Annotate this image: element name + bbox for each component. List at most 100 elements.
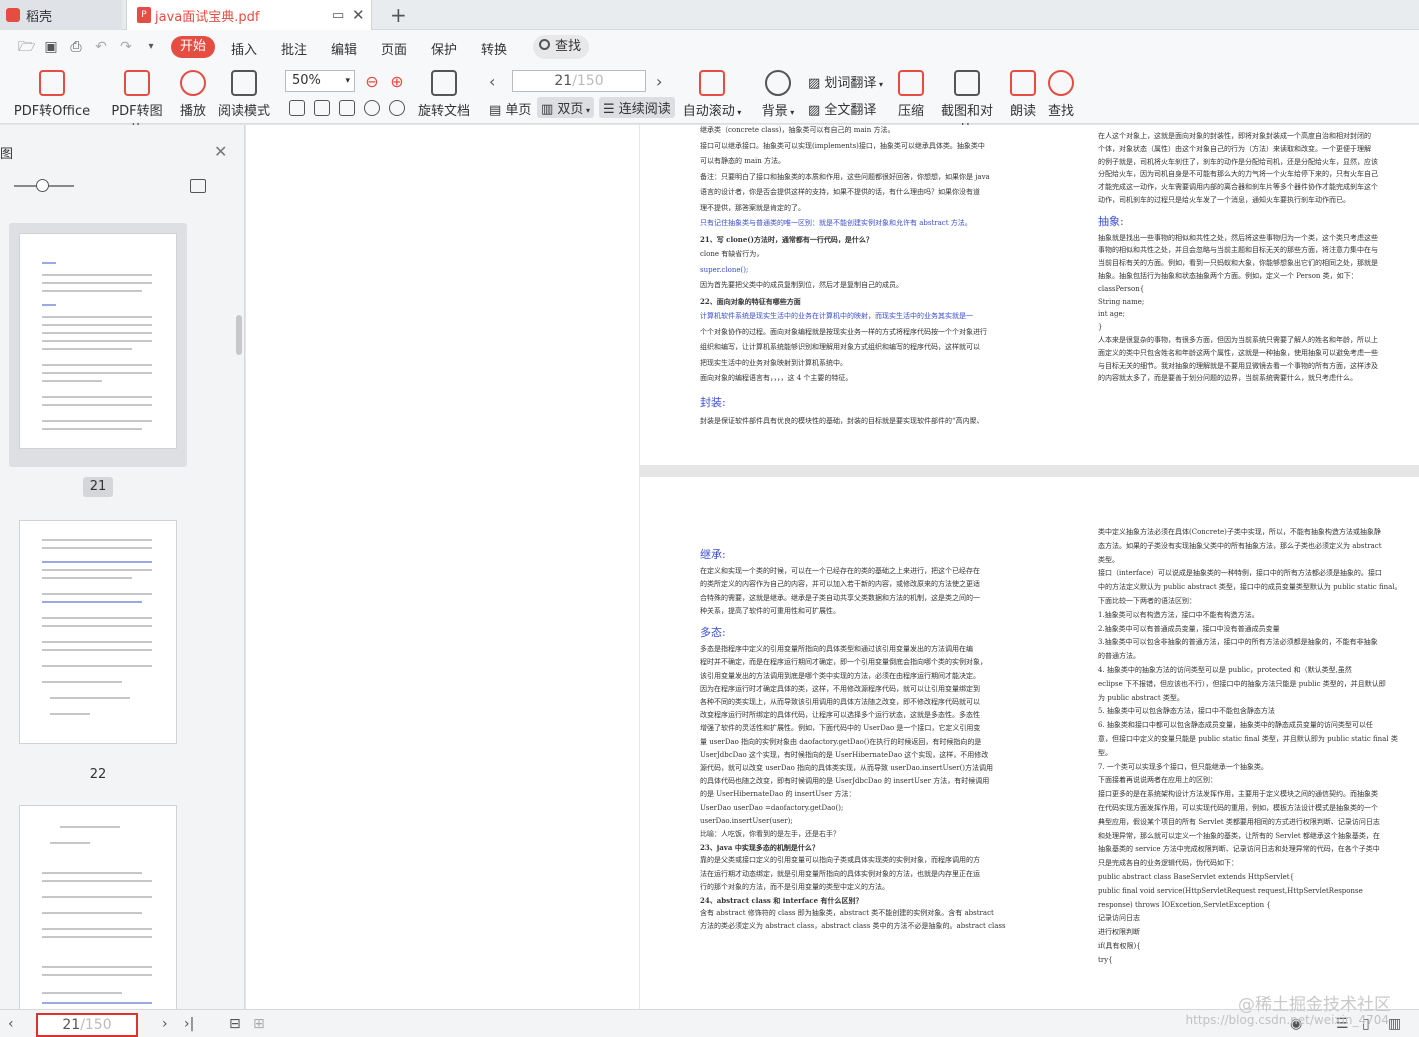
double-view-icon[interactable]: ▥ xyxy=(1388,1016,1401,1032)
double-page-button[interactable]: ▥ 双页 ▾ xyxy=(537,97,594,118)
menu-search[interactable]: 查找 xyxy=(533,35,589,59)
background-button[interactable]: 背景 ▾ xyxy=(760,70,796,119)
find-button[interactable]: 查找 xyxy=(1046,70,1076,119)
menu-start[interactable]: 开始 xyxy=(171,36,215,58)
open-folder-icon[interactable]: 🗁 xyxy=(18,39,35,55)
page-text-line: 进行权限判断 xyxy=(1098,928,1140,937)
page-text-line: 个个对象协作的过程。面向对象编程就是按现实业务一样的方式将程序代码按一个个对象进… xyxy=(700,327,987,336)
full-translate-button[interactable]: ▨ 全文翻译 xyxy=(808,99,876,118)
page-text-line: 的内容就太多了，而是要善于划分问题的边界，当前系统需要什么，就只考虑什么。 xyxy=(1098,374,1357,383)
pdf-page-21: 继承类（concrete class)，抽象类可以有自己的 main 方法。 接口… xyxy=(640,125,1419,465)
panel-scrollbar[interactable] xyxy=(236,315,242,355)
page-number-input[interactable]: 21/150 xyxy=(512,70,646,92)
document-view[interactable]: 继承类（concrete class)，抽象类可以有自己的 main 方法。 接口… xyxy=(246,125,1419,1009)
tab-home[interactable]: 稻壳 xyxy=(0,0,122,30)
page-text-line: 合特殊的需要，这就是继承。继承是子类自动共享父类数据和方法的机制，这是类之间的一 xyxy=(700,593,980,602)
thumbnail-size-slider-knob[interactable] xyxy=(36,179,49,192)
page-text-line: 分配给火车，因为司机自身是不可能有那么大的力气将一个火车给停下来的，只有火车自己 xyxy=(1098,170,1378,179)
page-text-line: 中的方法定义默认为 public abstract 类型，接口中的成员变量类型默… xyxy=(1098,583,1402,592)
auto-scroll-button[interactable]: 自动滚动 ▾ xyxy=(682,70,742,119)
rotate-document-button[interactable]: 旋转文档 xyxy=(418,70,470,119)
page-text-line: try{ xyxy=(1098,955,1113,964)
print-icon[interactable]: ⎙ xyxy=(68,39,84,55)
page-text-line: userDao.insertUser(user); xyxy=(700,816,793,825)
screenshot-icon xyxy=(954,70,980,96)
rotate-right-icon[interactable] xyxy=(389,100,405,116)
background-label: 背景 xyxy=(761,104,788,119)
fit-page-icon[interactable] xyxy=(314,100,330,116)
single-page-button[interactable]: ▤ 单页 xyxy=(489,99,531,118)
thumbnail-page-21 xyxy=(19,233,177,449)
word-translate-label: 划词翻译 xyxy=(824,76,877,91)
quick-access-dropdown-icon[interactable]: ▾ xyxy=(143,39,159,55)
fit-width-icon[interactable] xyxy=(339,100,355,116)
image-icon[interactable] xyxy=(190,179,206,193)
search-icon xyxy=(539,39,550,50)
menu-annotate[interactable]: 批注 xyxy=(281,39,307,58)
forward-icon[interactable]: ⊞ xyxy=(253,1016,265,1032)
page-text-line: 封装是保证软件部件具有优良的模块性的基础，封装的目标就是要实现软件部件的“高内聚… xyxy=(700,417,984,425)
zoom-select[interactable]: 50% ▾ xyxy=(285,70,355,92)
page-text-line: 典型应用，假设某个项目的所有 Servlet 类都要用相同的方式进行权限判断、记… xyxy=(1098,817,1380,826)
page-text-line: 计算机软件系统是现实生活中的业务在计算机中的映射，而现实生活中的业务其实就是一 xyxy=(700,312,973,320)
page-text-line: 在代码实现方面发挥作用，可以实现代码的重用，例如，模板方法设计模式是抽象类的一个 xyxy=(1098,804,1378,812)
page-text-line: 方法的类必须定义为 abstract class，abstract class … xyxy=(700,922,1006,931)
page-text-line: 态方法。如果的子类没有实现抽象父类中的所有抽象方法，那么子类也必须定义为 abs… xyxy=(1098,541,1382,550)
page-text-line: 各种不同的类实现上，从而导致该引用调用的具体方法随之改变，即不修改程序代码就可以 xyxy=(700,698,980,706)
page-text-line: 2.抽象类中可以有普通成员变量，接口中没有普通成员变量 xyxy=(1098,624,1280,633)
double-page-label: 双页 xyxy=(557,102,584,117)
page-text-line: 7. 一个类可以实现多个接口，但只能继承一个抽象类。 xyxy=(1098,762,1268,771)
page-text-line: 型。 xyxy=(1098,748,1112,757)
menu-edit[interactable]: 编辑 xyxy=(331,39,357,58)
rotate-left-icon[interactable] xyxy=(364,100,380,116)
menu-convert[interactable]: 转换 xyxy=(481,39,507,58)
thumbnail-21[interactable] xyxy=(9,223,187,467)
page-text-line: 多态: xyxy=(700,626,726,639)
read-mode-button[interactable]: 阅读模式 xyxy=(218,70,270,119)
tab-float-icon[interactable]: ▭ xyxy=(332,8,344,23)
close-tab-icon[interactable]: ✕ xyxy=(352,6,365,24)
find-icon xyxy=(1048,70,1074,96)
thumbnail-23[interactable] xyxy=(9,795,187,1015)
redo-icon[interactable]: ↷ xyxy=(118,39,134,55)
page-text-line: 为 public abstract 类型。 xyxy=(1098,693,1184,702)
close-panel-icon[interactable]: ✕ xyxy=(214,142,227,161)
continuous-read-button[interactable]: ☰ 连续阅读 xyxy=(599,97,675,118)
read-aloud-button[interactable]: 朗读 xyxy=(1008,70,1038,119)
page-text-line: 接口（interface）可以说成是抽象类的一种特例，接口中的所有方法都必须是抽… xyxy=(1098,569,1382,578)
page-text-line: 24、abstract class 和 interface 有什么区别？ xyxy=(700,896,863,905)
play-button[interactable]: 播放 xyxy=(178,70,208,119)
menu-protect[interactable]: 保护 xyxy=(431,39,457,58)
page-text-line: 21、写 clone()方法时，通常都有一行代码，是什么？ xyxy=(700,234,873,244)
pdf-file-icon: P xyxy=(137,7,151,23)
next-page-icon[interactable]: › xyxy=(162,1016,168,1032)
chevron-down-icon: ▾ xyxy=(345,76,350,86)
prev-page-icon[interactable]: ‹ xyxy=(489,72,495,91)
next-page-icon[interactable]: › xyxy=(656,72,662,91)
actual-size-icon[interactable] xyxy=(289,100,305,116)
page-text-line: 的例子就是，司机将火车刹住了，刹车的动作是分配给司机，还是分配给火车，显然，应该 xyxy=(1098,157,1378,166)
word-translate-button[interactable]: ▨ 划词翻译 ▾ xyxy=(808,72,883,91)
prev-page-icon[interactable]: ‹ xyxy=(8,1016,14,1032)
new-tab-icon[interactable]: + xyxy=(390,3,407,27)
page-text-line: 当前目标有关的方面。例如，看到一只蚂蚁和大象，你能够想象出它们的相同之处，那就是 xyxy=(1098,259,1378,268)
page-text-line: } xyxy=(1098,323,1103,332)
save-icon[interactable]: ▣ xyxy=(43,39,59,55)
status-page-input[interactable]: 21/150 xyxy=(36,1013,138,1037)
back-icon[interactable]: ⊟ xyxy=(229,1016,241,1032)
compress-button[interactable]: 压缩 xyxy=(897,70,925,119)
undo-icon[interactable]: ↶ xyxy=(93,39,109,55)
menu-page[interactable]: 页面 xyxy=(381,39,407,58)
page-text-line: 意，但接口中定义的变量只能是 public static final 类型，并且… xyxy=(1098,735,1398,743)
book-icon xyxy=(231,70,257,96)
thumbnail-22[interactable] xyxy=(9,510,187,756)
zoom-out-icon[interactable]: ⊖ xyxy=(364,74,380,90)
menu-insert[interactable]: 插入 xyxy=(231,39,257,58)
rotate-document-icon xyxy=(431,70,457,96)
last-page-icon[interactable]: ›| xyxy=(184,1016,194,1032)
zoom-in-icon[interactable]: ⊕ xyxy=(389,74,405,90)
page-text-line: 备注：只要明白了接口和抽象类的本质和作用，这些问题都很好回答，你想想，如果你是 … xyxy=(700,172,990,181)
page-text-line: 该引用变量发出的方法调用到底是哪个类中实现的方法，必须在由程序运行期间才能决定。 xyxy=(700,671,980,680)
page-text-line: classPerson{ xyxy=(1098,284,1145,293)
page-text-line: public final void service(HttpServletReq… xyxy=(1098,886,1363,895)
